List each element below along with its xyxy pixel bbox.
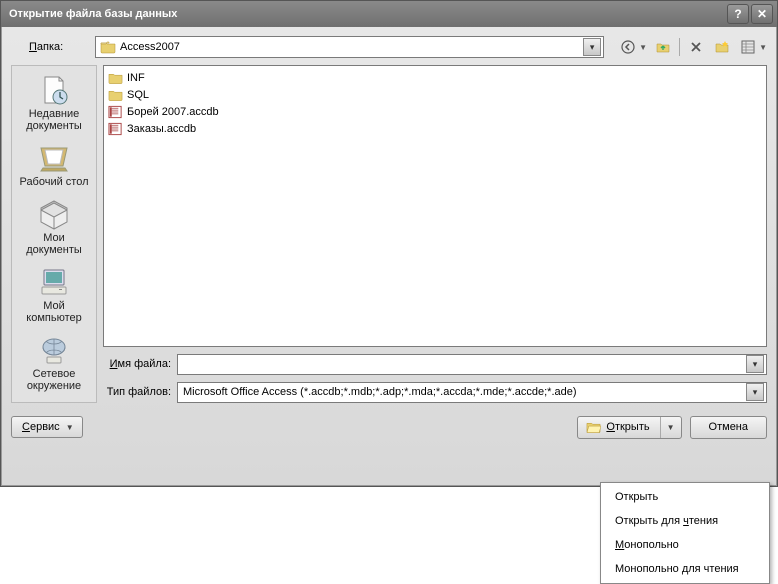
menu-item-open[interactable]: Открыть: [601, 485, 769, 509]
place-recent-docs[interactable]: Недавние документы: [14, 70, 94, 136]
file-list[interactable]: INF SQL Борей 2007.accdb Заказы.accdb: [103, 65, 767, 347]
open-dropdown-menu: Открыть Открыть для чтения Монопольно Мо…: [600, 482, 770, 584]
chevron-down-icon[interactable]: ▾: [746, 355, 764, 373]
access-file-icon: [108, 122, 123, 136]
back-dropdown-icon[interactable]: ▼: [639, 43, 647, 52]
folder-label: Папка:: [11, 41, 89, 53]
my-computer-icon: [37, 266, 71, 298]
list-item[interactable]: Заказы.accdb: [108, 120, 762, 137]
titlebar: Открытие файла базы данных ? ✕: [1, 1, 777, 27]
delete-button[interactable]: [686, 37, 706, 57]
tools-button[interactable]: Сервис ▼: [11, 416, 83, 438]
folder-icon: [108, 88, 123, 102]
close-button[interactable]: ✕: [751, 4, 773, 24]
network-icon: [37, 334, 71, 366]
list-item[interactable]: SQL: [108, 86, 762, 103]
dialog-title: Открытие файла базы данных: [9, 8, 725, 20]
toolbar-icons: ▼ ▼: [618, 37, 767, 57]
place-network[interactable]: Сетевое окружение: [14, 330, 94, 396]
place-my-docs[interactable]: Мои документы: [14, 194, 94, 260]
open-file-dialog: Открытие файла базы данных ? ✕ Папка: Ac…: [0, 0, 778, 487]
open-button-main[interactable]: Открыть: [578, 420, 659, 434]
cancel-button[interactable]: Отмена: [690, 416, 767, 439]
new-folder-button[interactable]: [712, 37, 732, 57]
open-split-button[interactable]: Открыть ▼: [577, 416, 681, 439]
filename-label: Имя файла:: [103, 358, 177, 370]
folder-open-icon: [586, 420, 601, 434]
folder-path-dropdown[interactable]: Access2007 ▾: [95, 36, 604, 58]
current-folder-name: Access2007: [120, 41, 579, 53]
place-desktop[interactable]: Рабочий стол: [14, 138, 94, 192]
filetype-label: Тип файлов:: [103, 386, 177, 398]
up-one-level-button[interactable]: [653, 37, 673, 57]
desktop-icon: [37, 142, 71, 174]
chevron-down-icon: ▼: [66, 423, 74, 432]
menu-item-exclusive-readonly[interactable]: Монопольно для чтения: [601, 557, 769, 581]
places-bar: Недавние документы Рабочий стол Мои доку…: [11, 65, 97, 403]
list-item[interactable]: Борей 2007.accdb: [108, 103, 762, 120]
my-docs-icon: [37, 198, 71, 230]
views-button[interactable]: [738, 37, 758, 57]
back-button[interactable]: [618, 37, 638, 57]
menu-item-exclusive[interactable]: Монопольно: [601, 533, 769, 557]
toolbar-separator: [679, 38, 680, 56]
folder-icon: [108, 71, 123, 85]
menu-item-open-readonly[interactable]: Открыть для чтения: [601, 509, 769, 533]
filename-input[interactable]: ▾: [177, 354, 767, 375]
folder-icon: [100, 40, 116, 54]
chevron-down-icon[interactable]: ▾: [583, 38, 601, 56]
open-dropdown-toggle[interactable]: ▼: [661, 423, 681, 432]
chevron-down-icon[interactable]: ▾: [746, 383, 764, 401]
help-button[interactable]: ?: [727, 4, 749, 24]
recent-docs-icon: [37, 74, 71, 106]
list-item[interactable]: INF: [108, 69, 762, 86]
filetype-dropdown[interactable]: Microsoft Office Access (*.accdb;*.mdb;*…: [177, 382, 767, 403]
place-my-computer[interactable]: Мой компьютер: [14, 262, 94, 328]
views-dropdown-icon[interactable]: ▼: [759, 43, 767, 52]
access-file-icon: [108, 105, 123, 119]
